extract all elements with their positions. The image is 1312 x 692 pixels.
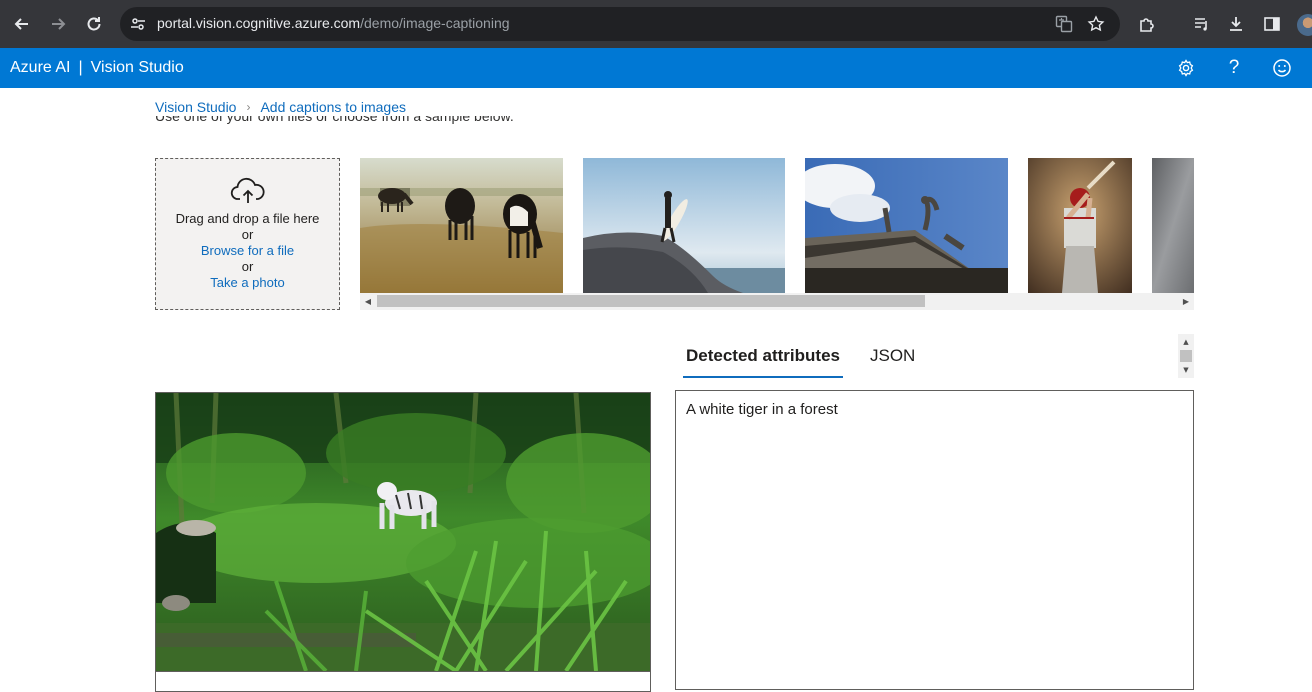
reload-icon[interactable]	[82, 12, 106, 36]
sample-image-baseball[interactable]	[1028, 158, 1132, 293]
sample-gallery: ◀ ▶	[360, 158, 1194, 310]
browser-toolbar: portal.vision.cognitive.azure.com/demo/i…	[0, 0, 1312, 48]
scroll-up-icon[interactable]: ▲	[1178, 336, 1194, 348]
breadcrumb: Vision Studio › Add captions to images	[155, 99, 406, 115]
media-queue-icon[interactable]	[1190, 12, 1214, 36]
caption-text: A white tiger in a forest	[686, 401, 838, 418]
image-footer	[156, 671, 650, 691]
back-icon[interactable]	[10, 12, 34, 36]
sample-image-building[interactable]	[805, 158, 1008, 293]
drag-drop-text: Drag and drop a file here	[175, 211, 320, 226]
forward-icon[interactable]	[46, 12, 70, 36]
url-text: portal.vision.cognitive.azure.com/demo/i…	[157, 15, 510, 31]
profile-avatar[interactable]	[1297, 14, 1312, 36]
bookmark-star-icon[interactable]	[1086, 14, 1106, 34]
intro-text: Use one of your own files or choose from…	[155, 116, 514, 124]
gallery-scroll-thumb[interactable]	[377, 295, 925, 307]
or-text-1: or	[241, 227, 254, 242]
scroll-right-icon[interactable]: ▶	[1181, 296, 1191, 307]
url-path: /demo/image-captioning	[360, 15, 510, 31]
brand-name: Azure AI	[10, 59, 71, 76]
address-bar[interactable]: portal.vision.cognitive.azure.com/demo/i…	[120, 7, 1120, 41]
title-separator: |	[78, 59, 83, 76]
tabs-scrollbar[interactable]: ▲ ▼	[1178, 334, 1194, 378]
settings-gear-icon[interactable]	[1175, 57, 1197, 79]
feedback-smiley-icon[interactable]	[1271, 57, 1293, 79]
tab-json[interactable]: JSON	[867, 340, 918, 378]
extensions-icon[interactable]	[1135, 12, 1159, 36]
app-header: Azure AI | Vision Studio ?	[0, 48, 1312, 88]
selected-image-frame	[155, 392, 651, 692]
gallery-scrollbar[interactable]: ◀ ▶	[360, 293, 1194, 310]
take-photo-link[interactable]: Take a photo	[156, 275, 339, 291]
site-settings-icon[interactable]	[130, 16, 146, 36]
app-title[interactable]: Azure AI | Vision Studio	[10, 59, 184, 77]
or-text-2: or	[241, 259, 254, 274]
selected-image-tiger	[156, 393, 650, 671]
scroll-down-icon[interactable]: ▼	[1178, 364, 1194, 376]
side-panel-icon[interactable]	[1260, 12, 1284, 36]
breadcrumb-vision-studio[interactable]: Vision Studio	[155, 99, 236, 115]
breadcrumb-chevron-icon: ›	[246, 100, 251, 114]
browse-file-link[interactable]: Browse for a file	[156, 243, 339, 259]
sample-image-surfer[interactable]	[583, 158, 785, 293]
breadcrumb-current[interactable]: Add captions to images	[260, 99, 406, 115]
url-host: portal.vision.cognitive.azure.com	[157, 15, 361, 31]
download-icon[interactable]	[1224, 12, 1248, 36]
sample-image-grey[interactable]	[1152, 158, 1194, 293]
sample-image-cows[interactable]	[360, 158, 563, 293]
detected-attributes-panel: A white tiger in a forest	[675, 390, 1194, 690]
scroll-left-icon[interactable]: ◀	[363, 296, 373, 307]
product-name: Vision Studio	[90, 59, 184, 76]
result-tabs: Detected attributes JSON	[683, 340, 942, 378]
cloud-upload-icon	[230, 177, 266, 208]
tab-detected-attributes[interactable]: Detected attributes	[683, 340, 843, 378]
tabs-scroll-thumb[interactable]	[1180, 350, 1192, 362]
file-dropzone[interactable]: Drag and drop a file here or Browse for …	[155, 158, 340, 310]
help-icon[interactable]: ?	[1223, 57, 1245, 79]
translate-icon[interactable]	[1054, 14, 1074, 34]
